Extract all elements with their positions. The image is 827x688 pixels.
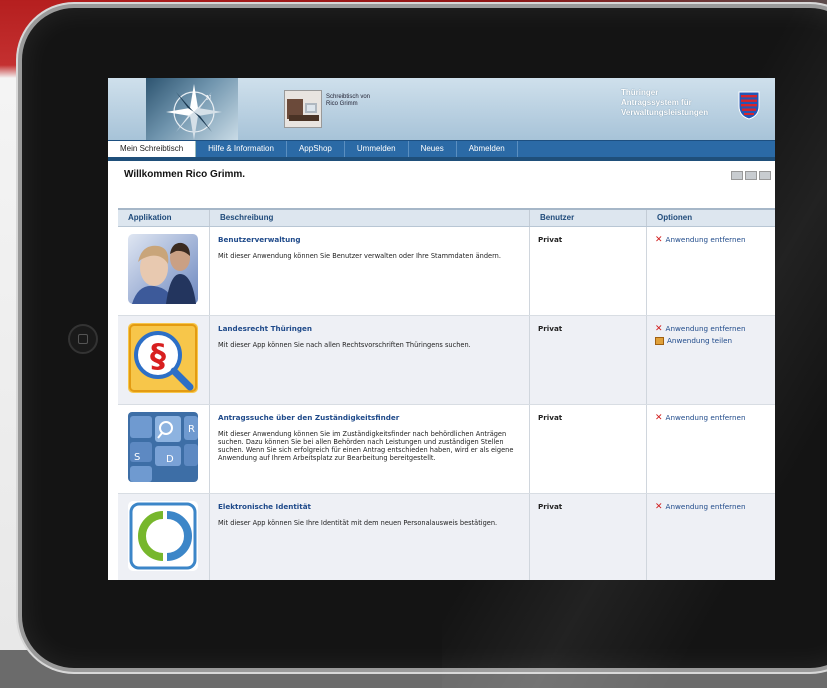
- table-row: R D S Antragssuche über den Zuständigkei…: [118, 405, 775, 494]
- user-type: Privat: [538, 235, 563, 244]
- remove-icon: ✕: [655, 234, 663, 245]
- nav-appshop[interactable]: AppShop: [287, 141, 345, 157]
- col-header-optionen[interactable]: Optionen: [647, 210, 775, 226]
- table-row: § Landesrecht Thüringen Mit dieser App k…: [118, 316, 775, 405]
- description-cell: Benutzerverwaltung Mit dieser Anwendung …: [210, 227, 530, 315]
- app-screen: N Schreibtisch von Rico Grimm Thüringer …: [108, 78, 775, 580]
- table-row: Benutzerverwaltung Mit dieser Anwendung …: [118, 227, 775, 316]
- system-title-line3: Verwaltungsleistungen: [621, 108, 709, 117]
- description-cell: Elektronische Identität Mit dieser App k…: [210, 494, 530, 580]
- header: N Schreibtisch von Rico Grimm Thüringer …: [108, 78, 775, 140]
- app-title-link[interactable]: Benutzerverwaltung: [218, 235, 529, 244]
- svg-text:D: D: [166, 454, 174, 465]
- nav-neues[interactable]: Neues: [409, 141, 457, 157]
- view-grid-icon[interactable]: [745, 171, 757, 180]
- user-type: Privat: [538, 502, 563, 511]
- app-description: Mit dieser App können Sie Ihre Identität…: [218, 519, 498, 527]
- remove-app-link[interactable]: ✕ Anwendung entfernen: [655, 413, 775, 422]
- table-header: Applikation Beschreibung Benutzer Option…: [118, 208, 775, 227]
- desk-owner-label: Schreibtisch von: [326, 94, 371, 100]
- description-cell: Antragssuche über den Zuständigkeitsfind…: [210, 405, 530, 493]
- app-title-link[interactable]: Antragssuche über den Zuständigkeitsfind…: [218, 413, 529, 422]
- svg-text:§: §: [150, 337, 166, 375]
- description-cell: Landesrecht Thüringen Mit dieser App kön…: [210, 316, 530, 404]
- table-row: Elektronische Identität Mit dieser App k…: [118, 494, 775, 580]
- user-cell: Privat: [530, 227, 647, 315]
- share-app-label: Anwendung teilen: [667, 336, 733, 345]
- share-app-link[interactable]: Anwendung teilen: [655, 336, 775, 345]
- remove-app-label: Anwendung entfernen: [665, 502, 746, 511]
- remove-app-label: Anwendung entfernen: [665, 413, 746, 422]
- law-search-icon[interactable]: §: [128, 323, 198, 393]
- main-nav: Mein Schreibtisch Hilfe & Information Ap…: [108, 140, 775, 161]
- keyboard-search-icon[interactable]: R D S: [128, 412, 198, 482]
- app-cell: [118, 227, 210, 315]
- app-description: Mit dieser Anwendung können Sie im Zustä…: [218, 430, 514, 462]
- user-cell: Privat: [530, 405, 647, 493]
- app-cell: [118, 494, 210, 580]
- remove-app-label: Anwendung entfernen: [665, 324, 746, 333]
- app-description: Mit dieser Anwendung können Sie Benutzer…: [218, 252, 501, 260]
- remove-icon: ✕: [655, 323, 663, 334]
- remove-icon: ✕: [655, 412, 663, 423]
- eid-icon[interactable]: [128, 501, 198, 571]
- thuringia-crest-icon: [737, 90, 761, 120]
- app-title-link[interactable]: Landesrecht Thüringen: [218, 324, 529, 333]
- app-cell: §: [118, 316, 210, 404]
- remove-app-link[interactable]: ✕ Anwendung entfernen: [655, 235, 775, 244]
- options-cell: ✕ Anwendung entfernen: [647, 405, 775, 493]
- user-type: Privat: [538, 324, 563, 333]
- nav-abmelden[interactable]: Abmelden: [457, 141, 518, 157]
- system-title-line2: Antragssystem für: [621, 98, 692, 107]
- nav-ummelden[interactable]: Ummelden: [345, 141, 409, 157]
- col-header-benutzer[interactable]: Benutzer: [530, 210, 647, 226]
- remove-app-link[interactable]: ✕ Anwendung entfernen: [655, 502, 775, 511]
- compass-logo: N: [146, 78, 238, 140]
- view-list-icon[interactable]: [731, 171, 743, 180]
- options-cell: ✕ Anwendung entfernen: [647, 494, 775, 580]
- user-type: Privat: [538, 413, 563, 422]
- nav-hilfe-information[interactable]: Hilfe & Information: [196, 141, 287, 157]
- welcome-message: Willkommen Rico Grimm.: [124, 169, 246, 180]
- app-description: Mit dieser App können Sie nach allen Rec…: [218, 341, 471, 349]
- options-cell: ✕ Anwendung entfernen: [647, 227, 775, 315]
- home-button[interactable]: [68, 324, 98, 354]
- app-cell: R D S: [118, 405, 210, 493]
- col-header-beschreibung[interactable]: Beschreibung: [210, 210, 530, 226]
- people-icon[interactable]: [128, 234, 198, 304]
- user-cell: Privat: [530, 316, 647, 404]
- nav-mein-schreibtisch[interactable]: Mein Schreibtisch: [108, 141, 197, 157]
- welcome-bar: Willkommen Rico Grimm.: [108, 161, 775, 191]
- desk-avatar: [284, 90, 322, 128]
- share-icon: [655, 336, 664, 345]
- remove-app-link[interactable]: ✕ Anwendung entfernen: [655, 324, 775, 333]
- user-cell: Privat: [530, 494, 647, 580]
- remove-app-label: Anwendung entfernen: [665, 235, 746, 244]
- desk-owner-name: Rico Grimm: [326, 101, 358, 107]
- system-title-line1: Thüringer: [621, 88, 659, 97]
- system-title: Thüringer Antragssystem für Verwaltungsl…: [621, 88, 731, 118]
- view-tile-icon[interactable]: [759, 171, 771, 180]
- svg-text:R: R: [188, 424, 195, 435]
- options-cell: ✕ Anwendung entfernen Anwendung teilen: [647, 316, 775, 404]
- svg-text:S: S: [134, 452, 140, 463]
- apps-table: Applikation Beschreibung Benutzer Option…: [118, 208, 775, 580]
- svg-text:N: N: [206, 95, 211, 102]
- remove-icon: ✕: [655, 501, 663, 512]
- col-header-applikation[interactable]: Applikation: [118, 210, 210, 226]
- app-title-link[interactable]: Elektronische Identität: [218, 502, 529, 511]
- view-toggle-group: [731, 171, 771, 180]
